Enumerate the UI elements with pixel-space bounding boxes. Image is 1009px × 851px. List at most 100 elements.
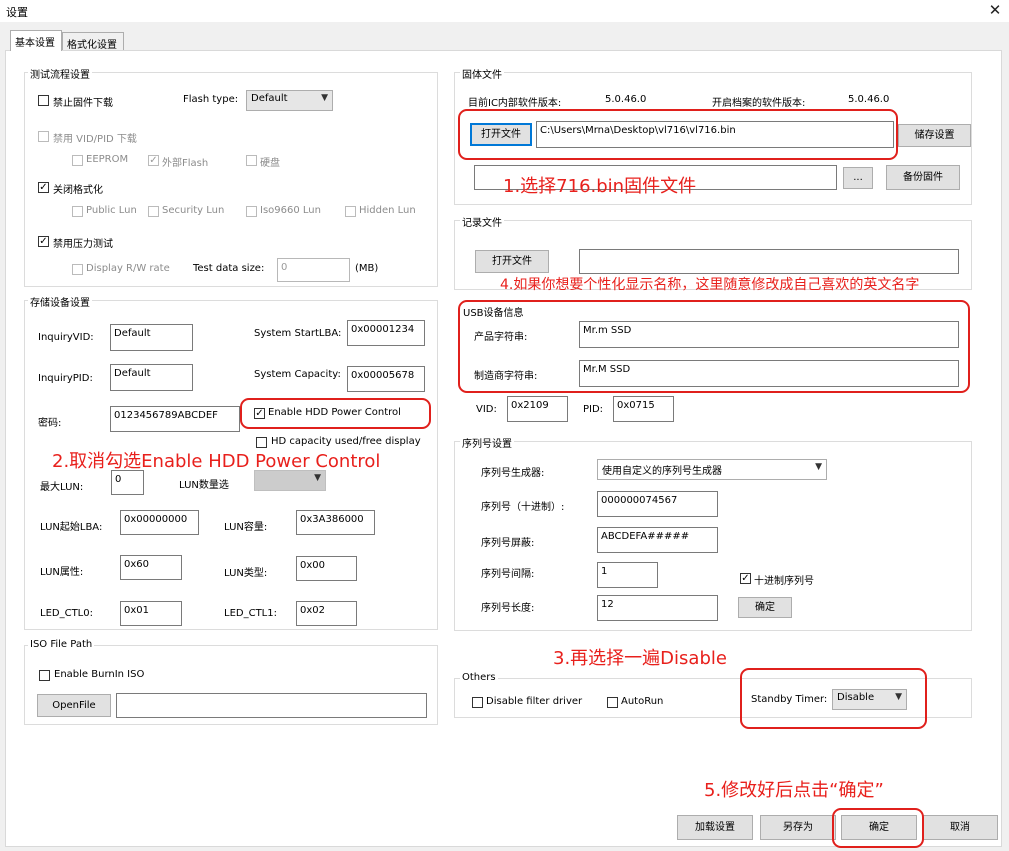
disable-vid-pid-checkbox[interactable] — [38, 131, 49, 142]
serial-confirm-button[interactable]: 确定 — [738, 597, 792, 618]
eeprom-label: EEPROM — [86, 154, 129, 165]
annotation-box-firmware — [458, 109, 898, 160]
current-ic-version-value: 5.0.46.0 — [605, 94, 647, 105]
disable-format-checkbox[interactable]: ✓ — [38, 182, 49, 193]
inquiry-pid-input[interactable]: Default — [110, 364, 193, 391]
chevron-down-icon: ▼ — [321, 93, 328, 103]
annotation-box-hdd-power — [240, 398, 431, 429]
title-bar: 设置 ✕ — [0, 0, 1009, 22]
hidden-lun-label: Hidden Lun — [359, 205, 416, 216]
current-ic-version-label: 目前IC内部软件版本: — [468, 98, 562, 109]
iso-path-input[interactable] — [116, 693, 427, 718]
save-as-button[interactable]: 另存为 — [760, 815, 836, 840]
hidden-lun-checkbox[interactable] — [345, 206, 356, 217]
annotation-box-ok — [832, 808, 924, 848]
log-open-file-button[interactable]: 打开文件 — [475, 250, 549, 273]
lun-count-select[interactable]: ▼ — [254, 470, 326, 491]
external-flash-label: 外部Flash — [162, 158, 209, 169]
max-lun-label: 最大LUN: — [40, 482, 84, 493]
enable-burnin-iso-checkbox[interactable] — [39, 670, 50, 681]
storage-legend: 存储设备设置 — [28, 294, 92, 309]
max-lun-input[interactable]: 0 — [111, 470, 144, 495]
lun-type-label: LUN类型: — [224, 568, 268, 579]
annotation-box-usb-info — [458, 300, 970, 393]
enable-burnin-iso-label: Enable BurnIn ISO — [54, 669, 145, 680]
opened-file-version-label: 开启档案的软件版本: — [712, 98, 806, 109]
lun-type-input[interactable]: 0x00 — [296, 556, 357, 581]
annotation-step4: 4.如果你想要个性化显示名称，这里随意修改成自己喜欢的英文名字 — [500, 277, 920, 293]
serial-generator-select[interactable]: 使用自定义的序列号生成器 ▼ — [597, 459, 827, 480]
security-lun-checkbox[interactable] — [148, 206, 159, 217]
firmware-legend: 固体文件 — [460, 66, 504, 81]
disable-fw-download-checkbox[interactable] — [38, 95, 49, 106]
test-flow-legend: 测试流程设置 — [28, 66, 92, 81]
external-flash-checkbox[interactable]: ✓ — [148, 155, 159, 166]
serial-interval-input[interactable]: 1 — [597, 562, 658, 588]
cancel-button[interactable]: 取消 — [922, 815, 998, 840]
backup-firmware-button[interactable]: 备份固件 — [886, 165, 960, 190]
opened-file-version-value: 5.0.46.0 — [848, 94, 890, 105]
disable-vid-pid-label: 禁用 VID/PID 下载 — [53, 134, 137, 145]
hard-disk-label: 硬盘 — [260, 158, 280, 169]
serial-mask-label: 序列号屏蔽: — [481, 538, 535, 549]
lun-capacity-label: LUN容量: — [224, 522, 268, 533]
browse-button[interactable]: ... — [843, 167, 873, 189]
pid-input[interactable]: 0x0715 — [613, 396, 674, 422]
disable-filter-driver-checkbox[interactable] — [472, 697, 483, 708]
lun-select-label: LUN数量选 — [179, 480, 229, 491]
system-capacity-input[interactable]: 0x00005678 — [347, 366, 425, 392]
annotation-step2: 2.取消勾选Enable HDD Power Control — [52, 451, 381, 472]
serial-length-label: 序列号长度: — [481, 603, 535, 614]
public-lun-checkbox[interactable] — [72, 206, 83, 217]
disable-stress-test-checkbox[interactable]: ✓ — [38, 236, 49, 247]
password-input[interactable]: 0123456789ABCDEF — [110, 406, 240, 432]
iso-legend: ISO File Path — [28, 639, 95, 650]
disable-format-label: 关闭格式化 — [53, 185, 103, 196]
test-data-unit: (MB) — [355, 263, 379, 274]
vid-label: VID: — [476, 404, 497, 415]
lun-attr-input[interactable]: 0x60 — [120, 555, 182, 580]
tab-format-settings[interactable]: 格式化设置 — [62, 32, 124, 51]
led-ctl1-label: LED_CTL1: — [224, 608, 277, 619]
lun-capacity-input[interactable]: 0x3A386000 — [296, 510, 375, 535]
inquiry-vid-input[interactable]: Default — [110, 324, 193, 351]
lun-start-lba-input[interactable]: 0x00000000 — [120, 510, 199, 535]
hard-disk-checkbox[interactable] — [246, 155, 257, 166]
led-ctl1-input[interactable]: 0x02 — [296, 601, 357, 626]
disable-filter-driver-label: Disable filter driver — [486, 696, 583, 707]
inquiry-vid-label: InquiryVID: — [38, 332, 94, 343]
serial-length-input[interactable]: 12 — [597, 595, 718, 621]
iso9660-lun-checkbox[interactable] — [246, 206, 257, 217]
eeprom-checkbox[interactable] — [72, 155, 83, 166]
pid-label: PID: — [583, 404, 604, 415]
close-icon[interactable]: ✕ — [986, 1, 1004, 19]
system-start-lba-label: System StartLBA: — [254, 328, 342, 339]
window-title: 设置 — [6, 6, 28, 19]
serial-mask-input[interactable]: ABCDEFA##### — [597, 527, 718, 553]
annotation-step1: 1.选择716.bin固件文件 — [503, 176, 697, 197]
iso9660-lun-label: Iso9660 Lun — [260, 205, 321, 216]
decimal-serial-checkbox[interactable]: ✓ — [740, 573, 751, 584]
autorun-label: AutoRun — [621, 696, 664, 707]
tab-basic-settings[interactable]: 基本设置 — [10, 30, 62, 51]
test-data-size-input[interactable]: 0 — [277, 258, 350, 282]
load-settings-button[interactable]: 加载设置 — [677, 815, 753, 840]
password-label: 密码: — [38, 418, 62, 429]
serial-decimal-label: 序列号（十进制）: — [481, 502, 565, 513]
autorun-checkbox[interactable] — [607, 697, 618, 708]
chevron-down-icon: ▼ — [314, 473, 321, 483]
display-rw-rate-label: Display R/W rate — [86, 263, 170, 274]
system-start-lba-input[interactable]: 0x00001234 — [347, 320, 425, 346]
serial-decimal-input[interactable]: 000000074567 — [597, 491, 718, 517]
iso-open-file-button[interactable]: OpenFile — [37, 694, 111, 717]
serial-generator-label: 序列号生成器: — [481, 468, 545, 479]
log-path-input[interactable] — [579, 249, 959, 274]
annotation-step5: 5.修改好后点击“确定” — [704, 780, 884, 801]
led-ctl0-input[interactable]: 0x01 — [120, 601, 182, 626]
inquiry-pid-label: InquiryPID: — [38, 373, 93, 384]
flash-type-select[interactable]: Default ▼ — [246, 90, 333, 111]
vid-input[interactable]: 0x2109 — [507, 396, 568, 422]
display-rw-rate-checkbox[interactable] — [72, 264, 83, 275]
log-legend: 记录文件 — [460, 214, 504, 229]
save-settings-button[interactable]: 储存设置 — [898, 124, 971, 147]
